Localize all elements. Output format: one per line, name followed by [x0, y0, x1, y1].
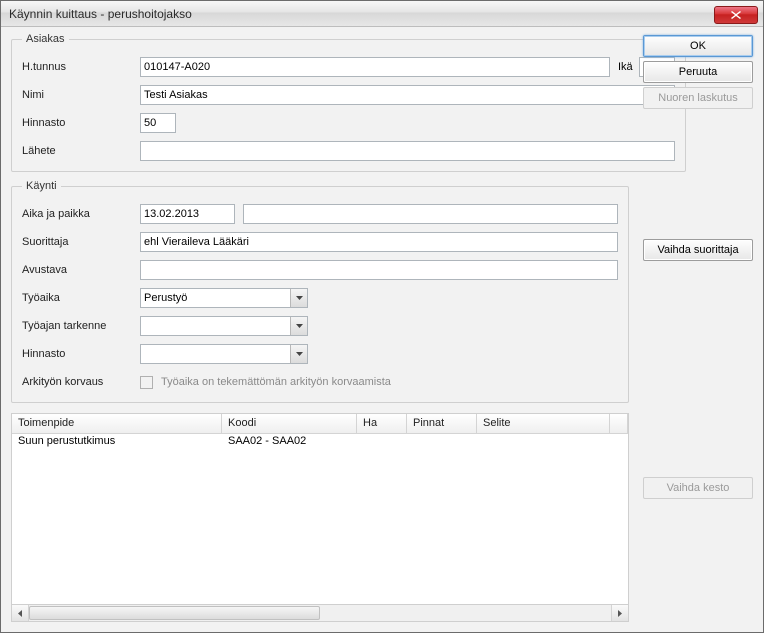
right-button-column: OK Peruuta Nuoren laskutus Vaihda suorit…	[643, 33, 753, 622]
chevron-right-icon	[618, 610, 622, 617]
visit-pricelist-select[interactable]	[140, 344, 308, 364]
col-toimenpide[interactable]: Toimenpide	[12, 414, 222, 434]
htunnus-field[interactable]	[140, 57, 610, 77]
client-area: Asiakas H.tunnus Ikä Nimi	[1, 27, 763, 632]
label-performer: Suorittaja	[22, 236, 140, 248]
label-assistant: Avustava	[22, 264, 140, 276]
cell-toimenpide: Suun perustutkimus	[12, 434, 222, 452]
label-referral: Lähete	[22, 145, 140, 157]
title-bar: Käynnin kuittaus - perushoitojakso	[1, 1, 763, 27]
customer-group: Asiakas H.tunnus Ikä Nimi	[11, 33, 686, 172]
change-performer-button[interactable]: Vaihda suorittaja	[643, 239, 753, 261]
change-duration-button: Vaihda kesto	[643, 477, 753, 499]
close-button[interactable]	[714, 6, 758, 24]
scroll-left-button[interactable]	[12, 605, 29, 621]
visit-date-field[interactable]	[140, 204, 235, 224]
weekday-comp-checkbox[interactable]	[140, 376, 153, 389]
close-icon	[731, 11, 741, 19]
visit-group: Käynti Aika ja paikka Suorittaja	[11, 180, 629, 403]
assistant-field[interactable]	[140, 260, 618, 280]
label-worktime: Työaika	[22, 292, 140, 304]
referral-field[interactable]	[140, 141, 675, 161]
chevron-left-icon	[18, 610, 22, 617]
name-field[interactable]	[140, 85, 675, 105]
window: Käynnin kuittaus - perushoitojakso Asiak…	[0, 0, 764, 633]
performer-field[interactable]	[140, 232, 618, 252]
label-weekday-comp: Arkityön korvaus	[22, 376, 140, 388]
col-pinnat[interactable]: Pinnat	[407, 414, 477, 434]
label-pricelist: Hinnasto	[22, 117, 140, 129]
scroll-right-button[interactable]	[611, 605, 628, 621]
cell-selite	[477, 434, 610, 452]
worktime-select[interactable]	[140, 288, 308, 308]
label-visit-pricelist: Hinnasto	[22, 348, 140, 360]
scroll-thumb[interactable]	[29, 606, 320, 620]
worktime-detail-select[interactable]	[140, 316, 308, 336]
grid-header: Toimenpide Koodi Ha Pinnat Selite	[12, 414, 628, 434]
label-worktime-detail: Työajan tarkenne	[22, 320, 140, 332]
customer-pricelist-field[interactable]	[140, 113, 176, 133]
label-time-place: Aika ja paikka	[22, 208, 140, 220]
window-title: Käynnin kuittaus - perushoitojakso	[9, 7, 192, 21]
procedure-grid[interactable]: Toimenpide Koodi Ha Pinnat Selite Suun p…	[11, 413, 629, 605]
procedure-table-area: Toimenpide Koodi Ha Pinnat Selite Suun p…	[11, 413, 629, 622]
scroll-track[interactable]	[29, 605, 611, 621]
col-koodi[interactable]: Koodi	[222, 414, 357, 434]
cell-pinnat	[407, 434, 477, 452]
visit-place-field[interactable]	[243, 204, 618, 224]
ok-button[interactable]: OK	[643, 35, 753, 57]
youth-billing-button: Nuoren laskutus	[643, 87, 753, 109]
cell-koodi: SAA02 - SAA02	[222, 434, 357, 452]
visit-legend: Käynti	[22, 180, 61, 192]
label-name: Nimi	[22, 89, 140, 101]
horizontal-scrollbar[interactable]	[11, 605, 629, 622]
customer-legend: Asiakas	[22, 33, 69, 45]
cancel-button[interactable]: Peruuta	[643, 61, 753, 83]
label-htunnus: H.tunnus	[22, 61, 140, 73]
cell-ha	[357, 434, 407, 452]
col-ha[interactable]: Ha	[357, 414, 407, 434]
label-age: Ikä	[618, 61, 633, 73]
col-extra[interactable]	[610, 414, 628, 434]
col-selite[interactable]: Selite	[477, 414, 610, 434]
grid-body: Suun perustutkimus SAA02 - SAA02	[12, 434, 628, 452]
table-row[interactable]: Suun perustutkimus SAA02 - SAA02	[12, 434, 628, 452]
weekday-comp-text: Työaika on tekemättömän arkityön korvaam…	[161, 376, 391, 388]
